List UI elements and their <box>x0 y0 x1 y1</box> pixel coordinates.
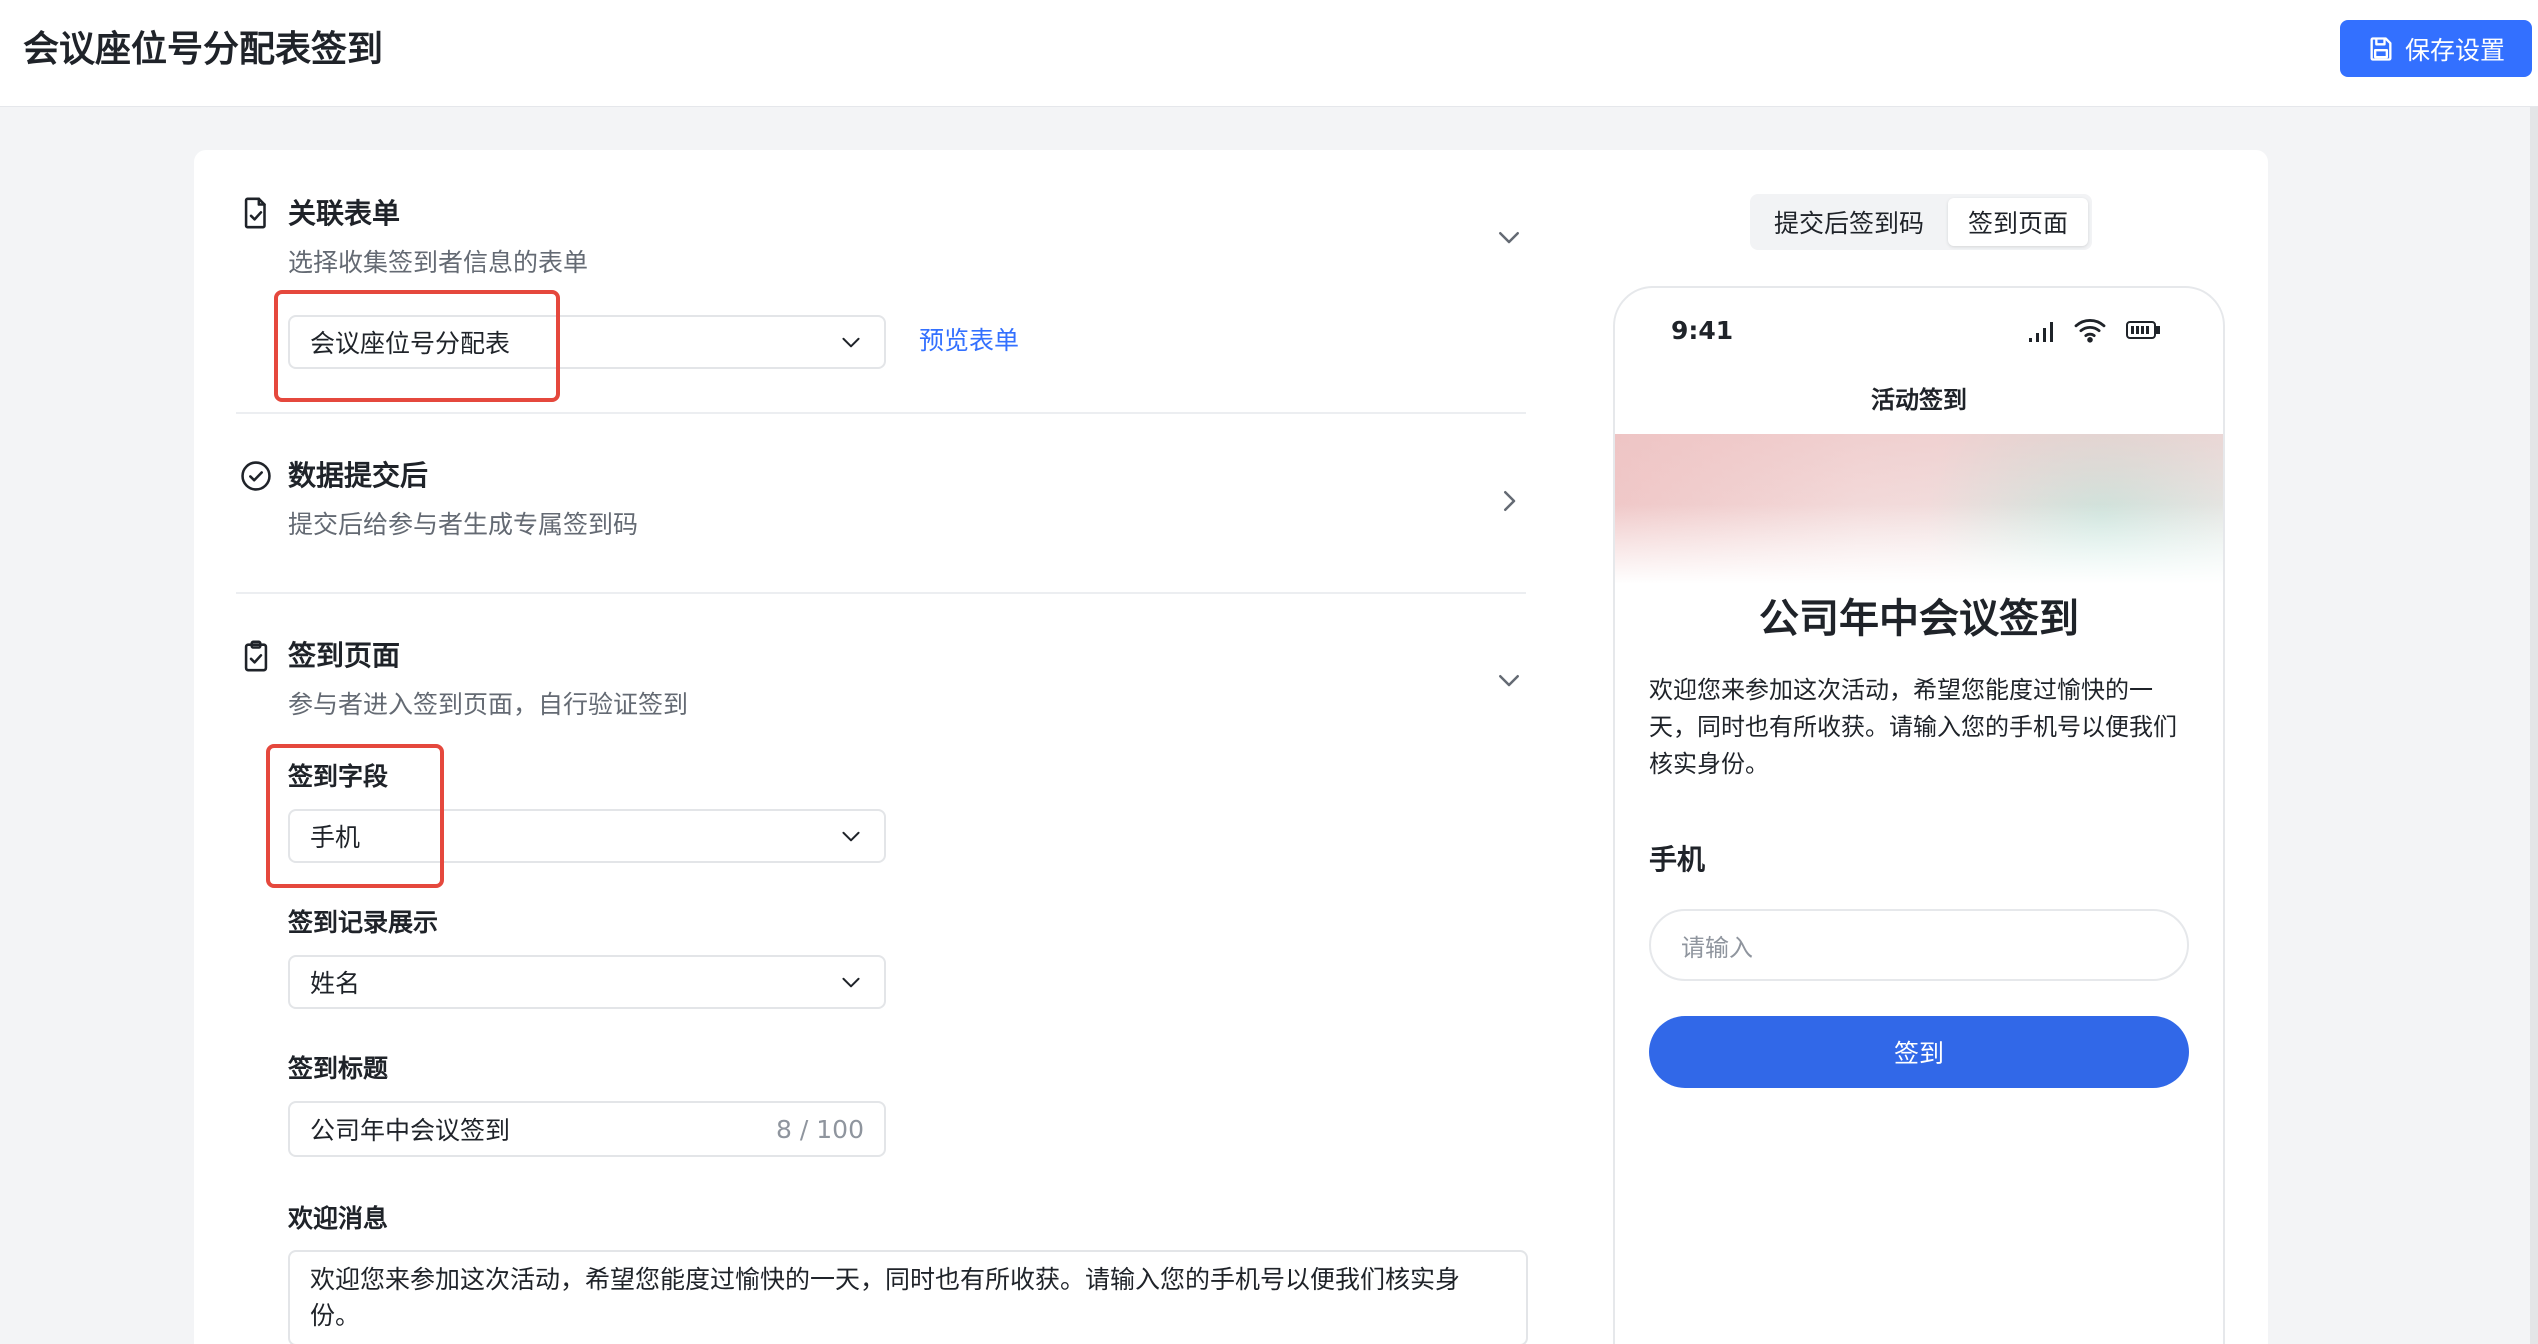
welcome-message-label: 欢迎消息 <box>288 1204 389 1233</box>
linked-form-desc: 选择收集签到者信息的表单 <box>288 248 589 277</box>
checkin-title-label: 签到标题 <box>288 1054 389 1083</box>
divider <box>236 412 1526 414</box>
chevron-right-icon[interactable] <box>1494 486 1524 516</box>
after-submit-desc: 提交后给参与者生成专属签到码 <box>288 510 639 539</box>
signal-icon <box>2029 322 2053 342</box>
chevron-down-icon <box>842 337 860 348</box>
clipboard-check-icon <box>244 640 268 672</box>
form-check-icon <box>244 197 266 229</box>
save-icon <box>2370 36 2392 61</box>
chevron-down-icon[interactable] <box>1494 665 1524 695</box>
chevron-down-icon <box>842 977 860 988</box>
page-title: 会议座位号分配表签到 <box>23 29 384 70</box>
checkin-preview-title: 公司年中会议签到 <box>1759 596 2079 642</box>
linked-form-title: 关联表单 <box>288 197 401 230</box>
phone-field-label: 手机 <box>1649 843 1706 876</box>
phone-preview: 9:41 活动签到 公司年中会议签到 欢迎您来参加这次活动，希望您能度过愉快的一… <box>1613 286 2225 1344</box>
wifi-icon <box>2074 319 2106 343</box>
after-submit-title: 数据提交后 <box>288 459 429 492</box>
banner-fade <box>1615 504 2223 584</box>
checkin-title-input-value: 公司年中会议签到 <box>310 1116 511 1145</box>
tab-checkin-page[interactable]: 签到页面 <box>1948 198 2089 246</box>
phone-input-placeholder: 请输入 <box>1681 933 1753 962</box>
tab-submit-code[interactable]: 提交后签到码 <box>1754 198 1944 246</box>
settings-card: 关联表单 选择收集签到者信息的表单 会议座位号分配表 预览表单 数据提交后 提交… <box>194 150 2268 1344</box>
record-display-select-value: 姓名 <box>310 969 361 998</box>
checkin-preview-desc: 欢迎您来参加这次活动，希望您能度过愉快的一天，同时也有所收获。请输入您的手机号以… <box>1649 676 2177 778</box>
highlight-box <box>274 290 560 402</box>
phone-header-title: 活动签到 <box>1871 386 1967 414</box>
checkin-button[interactable]: 签到 <box>1649 1016 2189 1088</box>
checkin-page-desc: 参与者进入签到页面，自行验证签到 <box>288 690 689 719</box>
checkin-page-title: 签到页面 <box>288 639 401 672</box>
scrollbar[interactable] <box>2530 107 2538 1344</box>
preview-form-link[interactable]: 预览表单 <box>919 323 1019 359</box>
record-display-label: 签到记录展示 <box>288 908 439 937</box>
divider <box>236 592 1526 594</box>
save-settings-label: 保存设置 <box>2404 35 2505 65</box>
checkin-title-input[interactable]: 公司年中会议签到 8 / 100 <box>288 1101 886 1157</box>
chevron-down-icon[interactable] <box>1494 222 1524 252</box>
preview-tab-switch: 提交后签到码 签到页面 <box>1750 194 2093 250</box>
save-settings-button[interactable]: 保存设置 <box>2340 20 2532 77</box>
welcome-message-textarea[interactable]: 欢迎您来参加这次活动，希望您能度过愉快的一天，同时也有所收获。请输入您的手机号以… <box>288 1250 1528 1344</box>
highlight-box <box>266 744 444 888</box>
status-time: 9:41 <box>1671 316 1734 345</box>
chevron-down-icon <box>842 831 860 842</box>
phone-input[interactable]: 请输入 <box>1649 909 2189 981</box>
char-counter: 8 / 100 <box>776 1114 864 1144</box>
check-circle-icon <box>241 461 271 491</box>
battery-icon <box>2126 321 2160 339</box>
top-bar: 会议座位号分配表签到 保存设置 <box>0 0 2538 107</box>
record-display-select[interactable]: 姓名 <box>288 955 886 1009</box>
